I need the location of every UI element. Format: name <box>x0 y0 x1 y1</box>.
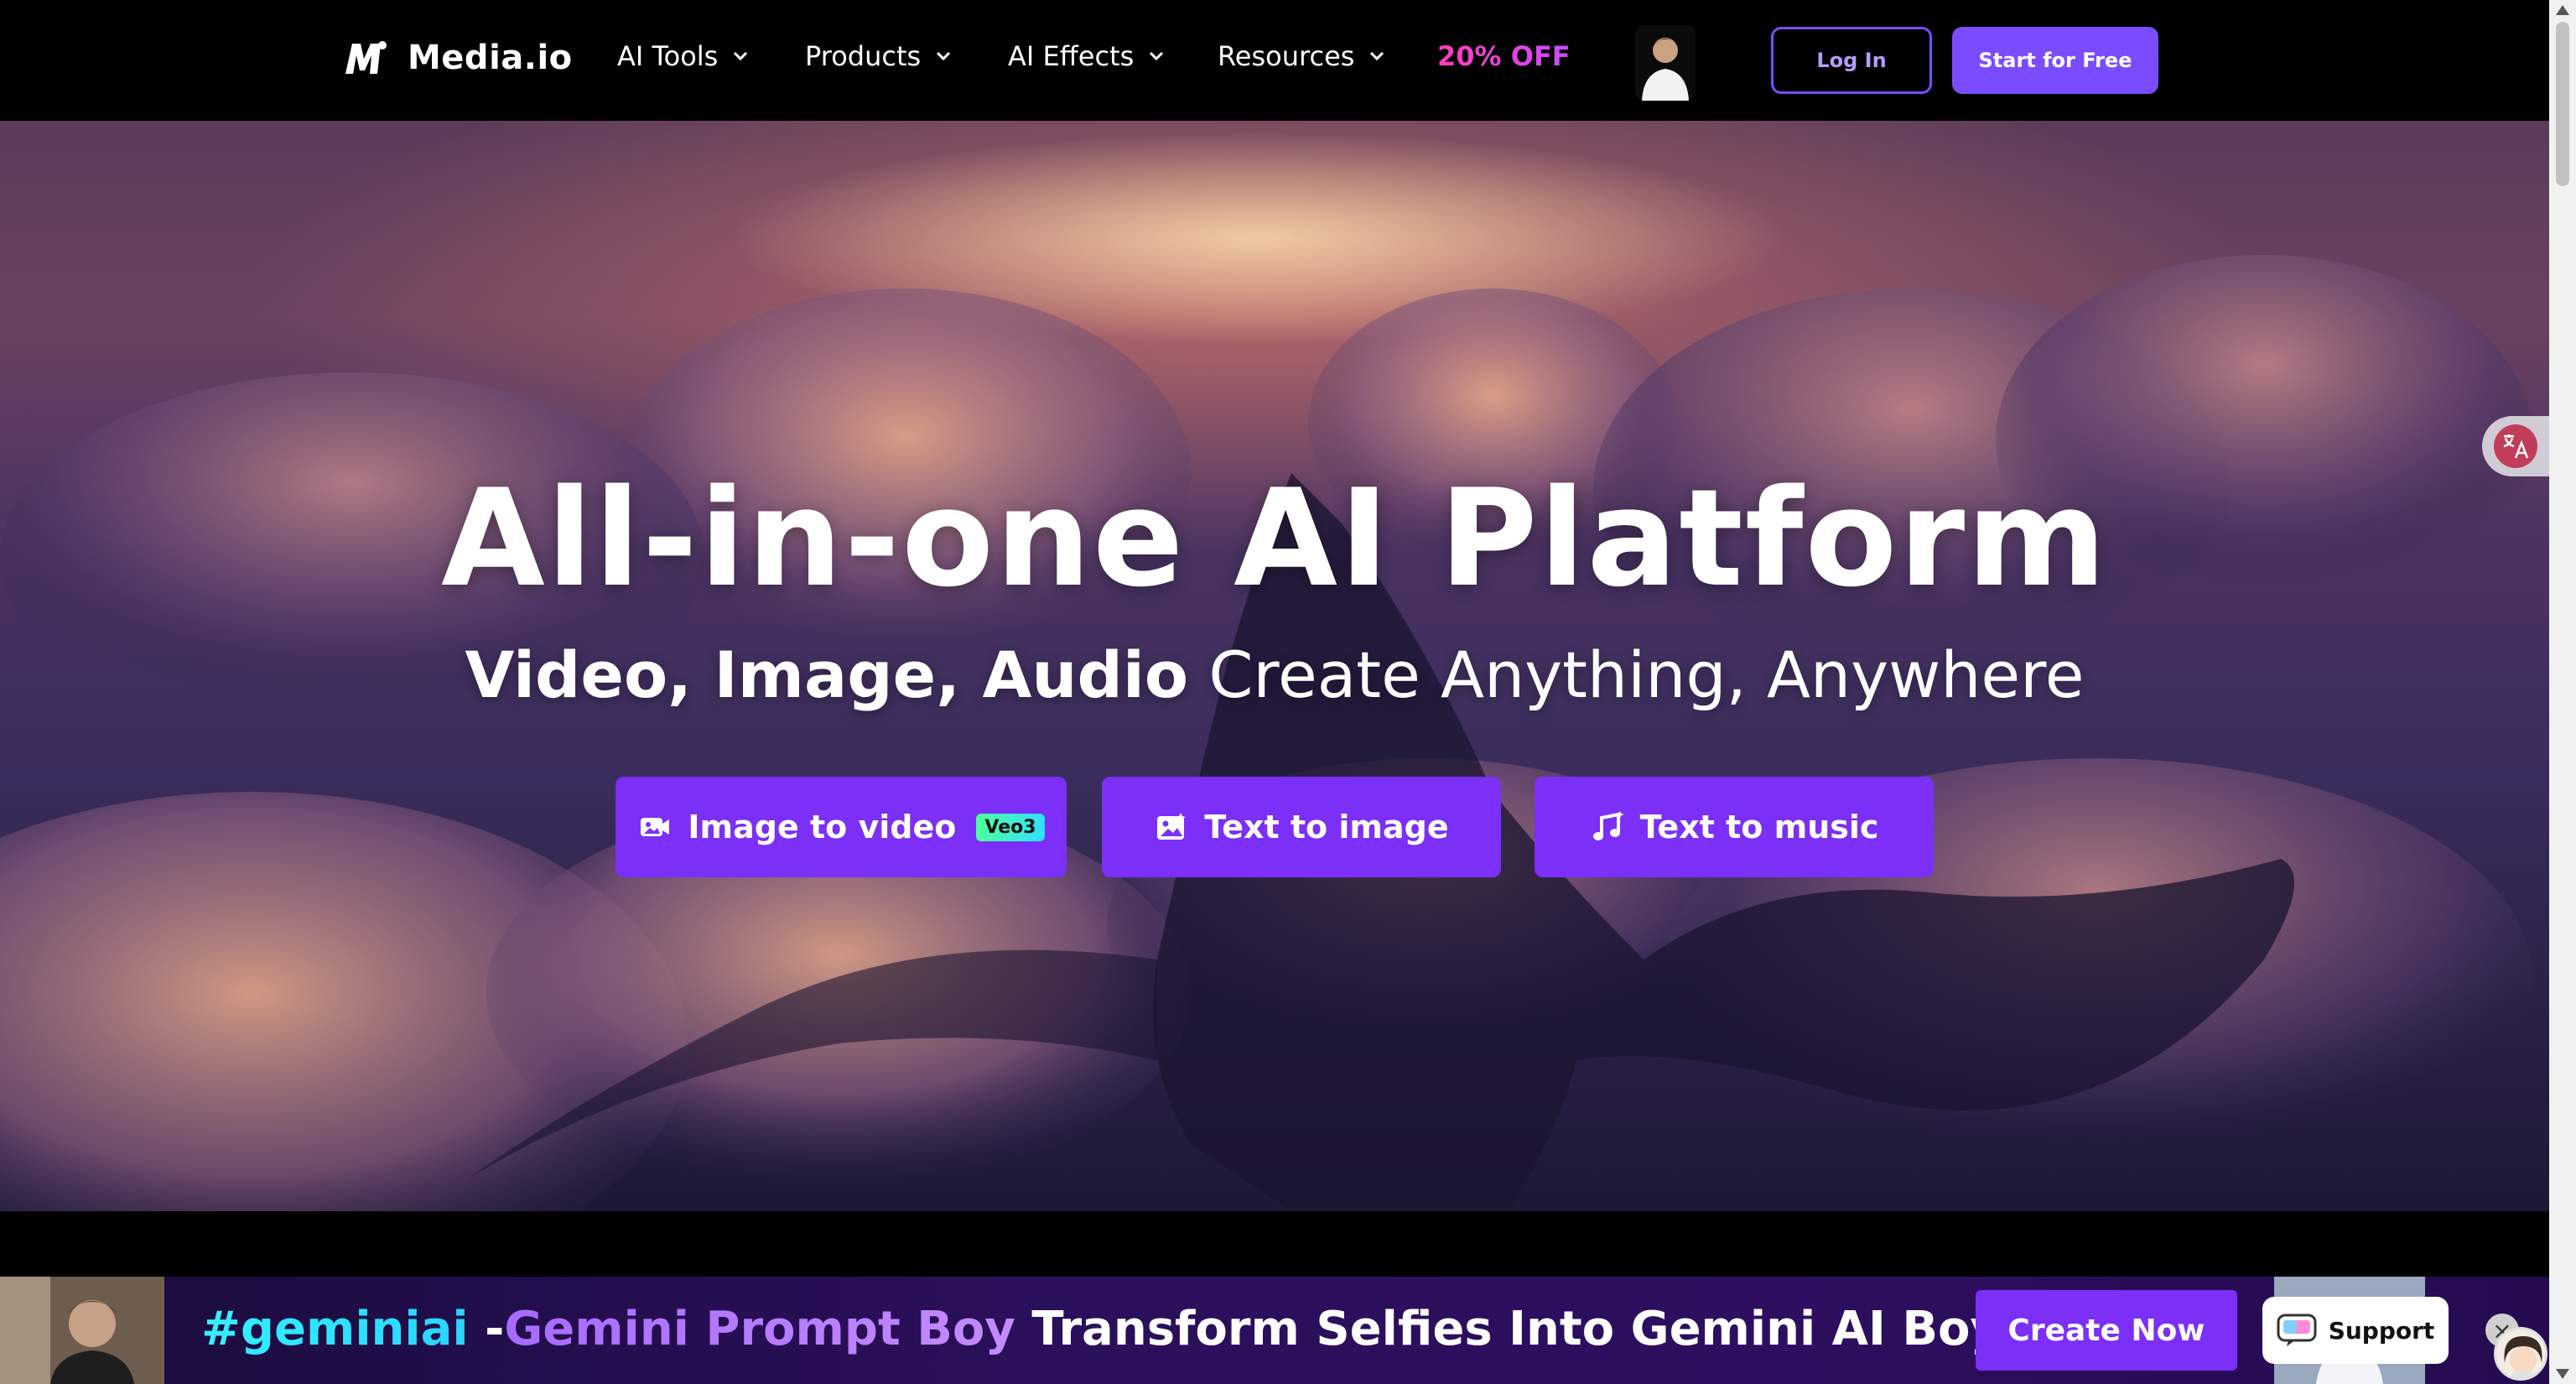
chevron-down-icon <box>1150 51 1164 61</box>
chat-bubble-icon <box>2277 1314 2317 1346</box>
media-io-logo-icon <box>345 41 387 74</box>
nav-ai-effects[interactable]: AI Effects <box>1008 40 1167 72</box>
hero-subtitle-light: Create Anything, Anywhere <box>1208 637 2085 712</box>
image-to-video-icon <box>641 818 670 836</box>
nav-products[interactable]: Products <box>805 40 954 72</box>
chevron-down-icon <box>734 51 748 61</box>
text-to-image-button[interactable]: Text to image <box>1102 777 1501 877</box>
translate-button[interactable] <box>2482 416 2549 476</box>
scrollbar-thumb[interactable] <box>2556 22 2569 186</box>
top-navbar: Media.io AI Tools Products AI Effects Re… <box>0 0 2549 121</box>
support-label: Support <box>2328 1316 2435 1345</box>
nav-resources-label: Resources <box>1218 40 1355 72</box>
nav-ai-effects-label: AI Effects <box>1008 40 1135 72</box>
start-for-free-button[interactable]: Start for Free <box>1952 27 2158 94</box>
person-avatar-icon <box>1635 25 1696 101</box>
banner-product-name: Gemini Prompt Boy <box>504 1302 1015 1356</box>
nav-ai-tools-label: AI Tools <box>617 40 719 72</box>
hero-section: All-in-one AI Platform Video, Image, Aud… <box>0 121 2549 1211</box>
hero-title: All-in-one AI Platform <box>441 460 2108 617</box>
create-now-button[interactable]: Create Now <box>1976 1290 2237 1371</box>
support-button[interactable]: Support <box>2262 1297 2449 1364</box>
veo3-badge: Veo3 <box>976 813 1045 841</box>
hero-subtitle-bold: Video, Image, Audio <box>465 637 1189 712</box>
chevron-down-icon <box>1370 51 1384 61</box>
image-to-video-button[interactable]: Image to video Veo3 <box>615 777 1067 877</box>
text-to-image-label: Text to image <box>1204 809 1449 845</box>
image-to-video-label: Image to video <box>688 809 957 845</box>
nav-resources[interactable]: Resources <box>1218 40 1388 72</box>
login-button[interactable]: Log In <box>1771 27 1932 94</box>
chevron-down-icon <box>937 51 951 61</box>
scroll-up-arrow-icon[interactable] <box>2556 5 2569 15</box>
promo-avatar-image[interactable] <box>1635 25 1696 101</box>
nav-products-label: Products <box>805 40 922 72</box>
brand-logo[interactable]: Media.io <box>344 39 573 77</box>
nav-ai-tools[interactable]: AI Tools <box>617 40 751 72</box>
text-to-music-label: Text to music <box>1639 809 1879 845</box>
brand-name: Media.io <box>408 39 573 77</box>
hero-subtitle: Video, Image, Audio Create Anything, Any… <box>0 637 2549 712</box>
page-scrollbar[interactable] <box>2549 0 2576 1384</box>
translate-icon <box>2494 424 2537 468</box>
promo-banner[interactable]: #geminiai -Gemini Prompt Boy Transform S… <box>0 1277 2549 1384</box>
section-divider <box>0 1211 2549 1277</box>
chat-assistant-avatar[interactable] <box>2494 1327 2547 1381</box>
banner-selfie-thumbnail <box>0 1277 164 1384</box>
promo-discount[interactable]: 20% OFF <box>1437 40 1571 72</box>
banner-hashtag: #geminiai <box>201 1302 469 1356</box>
text-to-music-button[interactable]: Text to music <box>1535 777 1934 877</box>
assistant-avatar-icon <box>2496 1329 2545 1378</box>
banner-dash: - <box>485 1302 505 1356</box>
music-note-icon <box>1592 811 1624 840</box>
image-icon <box>1157 813 1187 840</box>
scroll-down-arrow-icon[interactable] <box>2556 1369 2569 1379</box>
banner-headline: #geminiai -Gemini Prompt Boy Transform S… <box>201 1302 2171 1356</box>
